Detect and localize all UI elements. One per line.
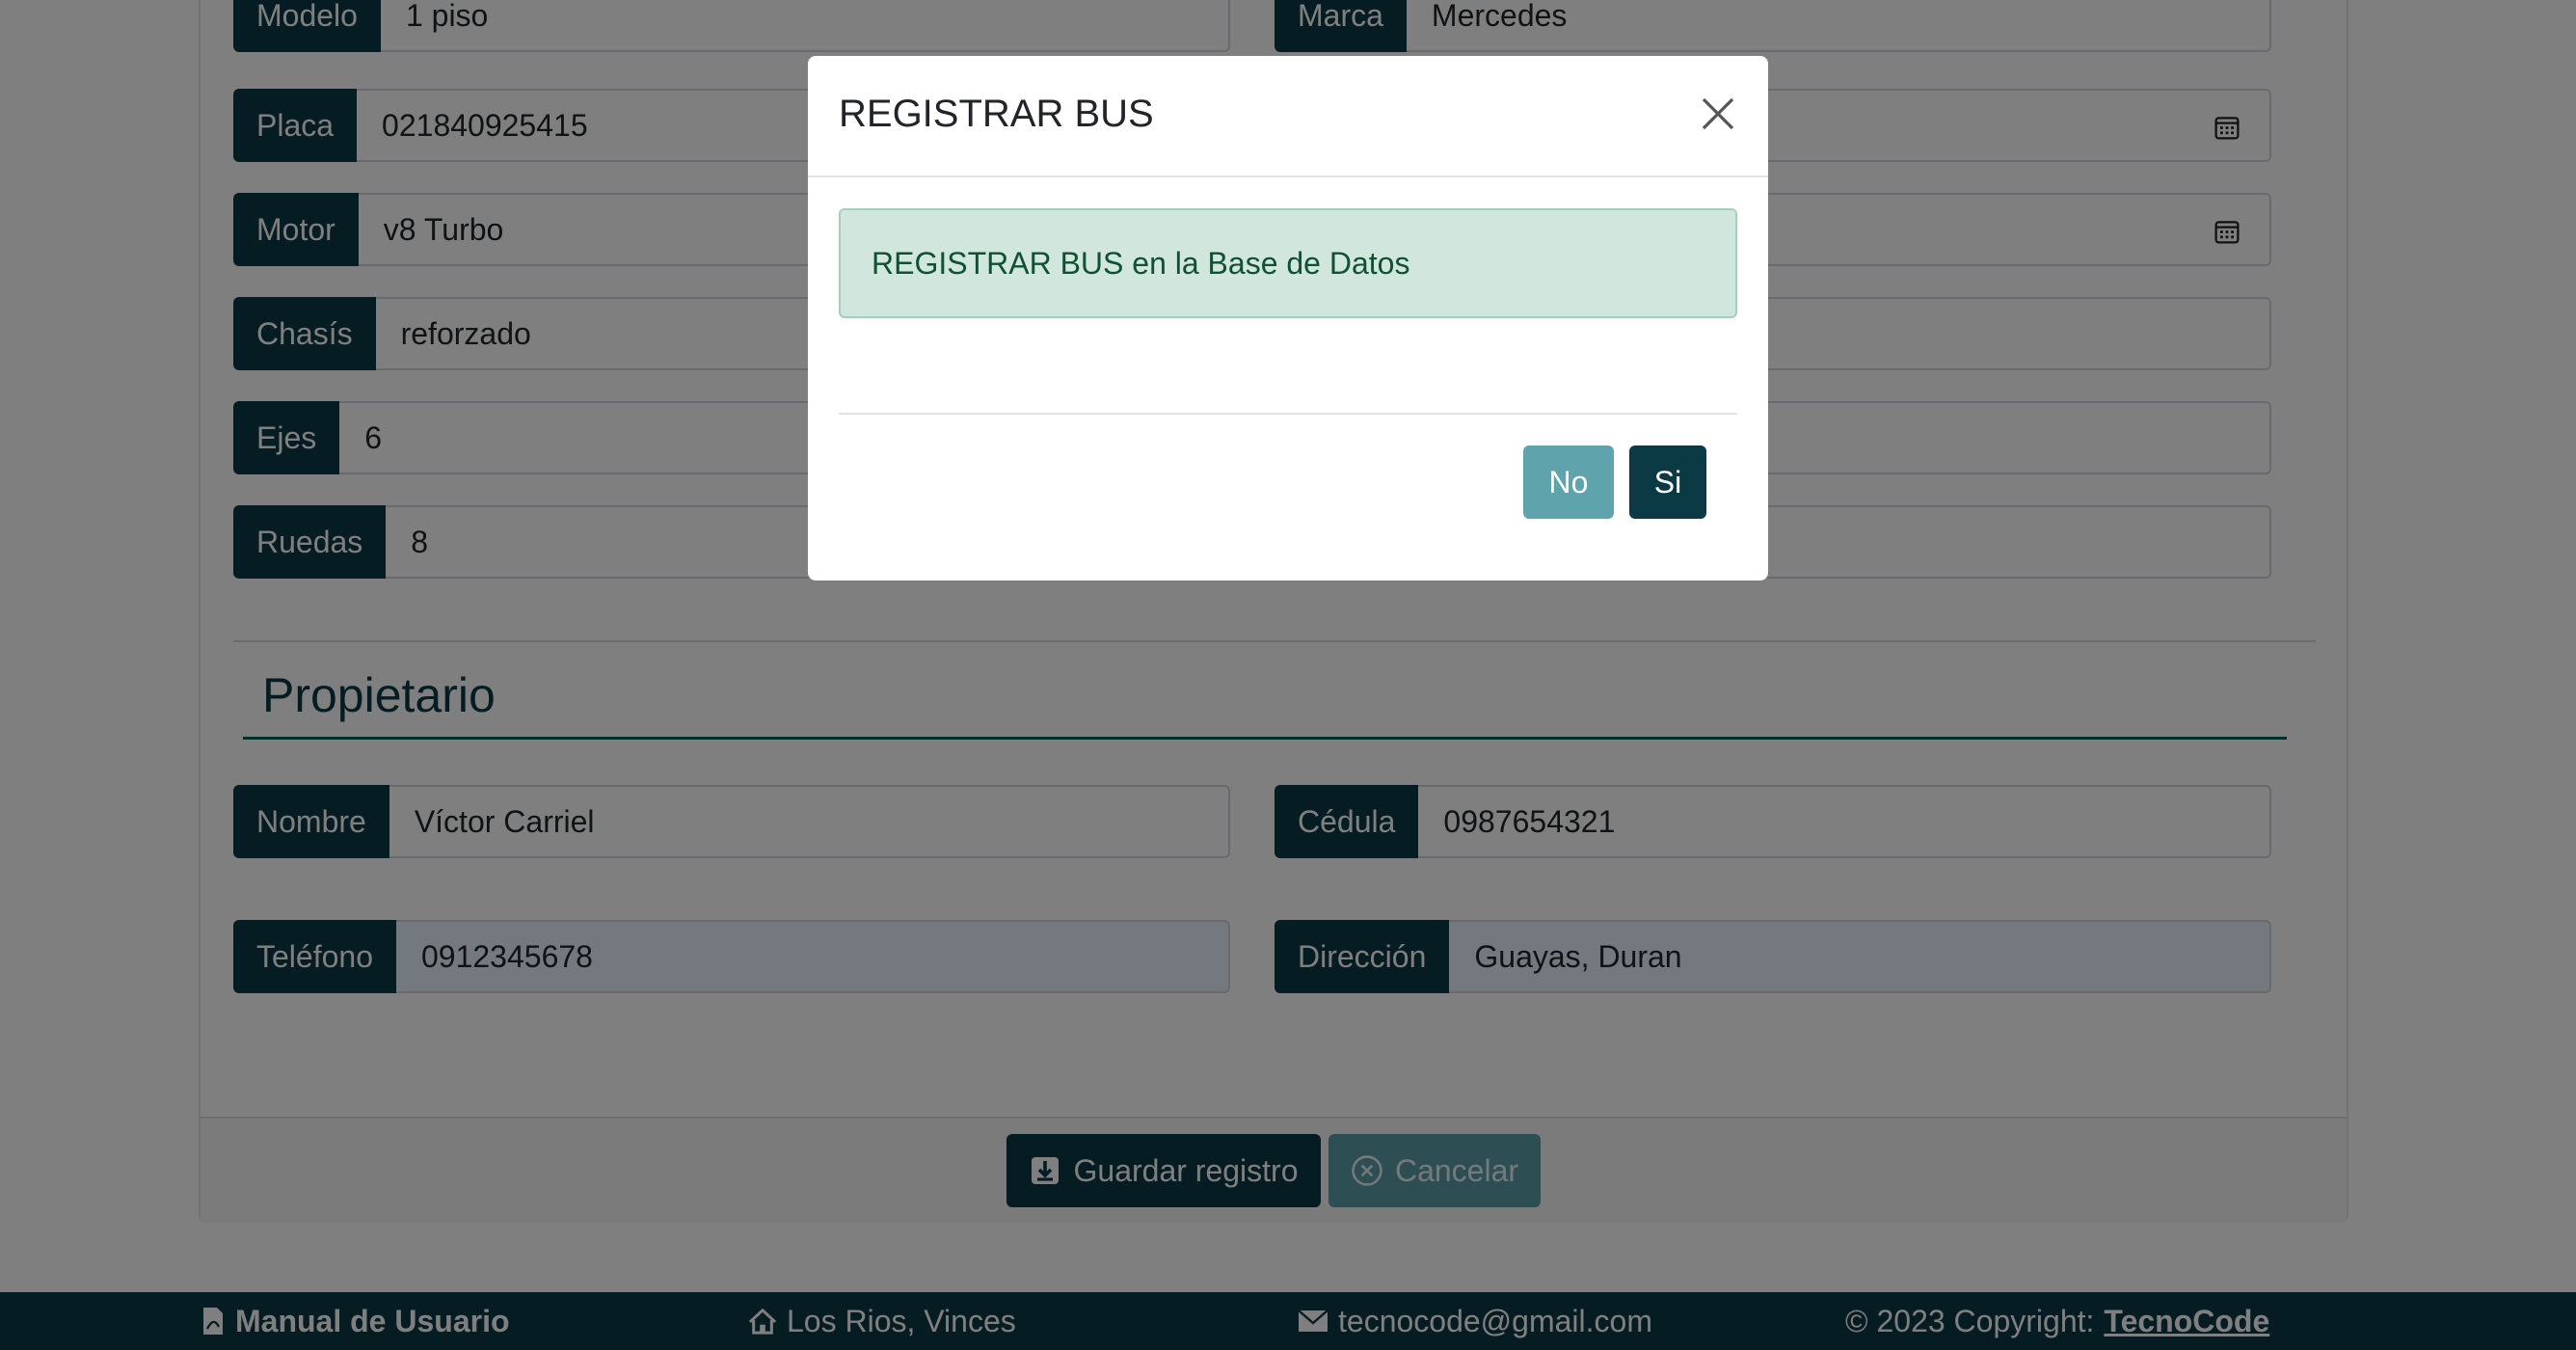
register-bus-modal: REGISTRAR BUS REGISTRAR BUS en la Base d… bbox=[808, 56, 1768, 580]
success-alert: REGISTRAR BUS en la Base de Datos bbox=[839, 208, 1737, 318]
modal-title: REGISTRAR BUS bbox=[839, 93, 1154, 135]
no-button[interactable]: No bbox=[1523, 446, 1614, 519]
yes-button[interactable]: Si bbox=[1629, 446, 1706, 519]
close-icon[interactable] bbox=[1699, 94, 1737, 133]
modal-header: REGISTRAR BUS bbox=[808, 56, 1768, 177]
modal-footer-divider bbox=[839, 413, 1737, 415]
